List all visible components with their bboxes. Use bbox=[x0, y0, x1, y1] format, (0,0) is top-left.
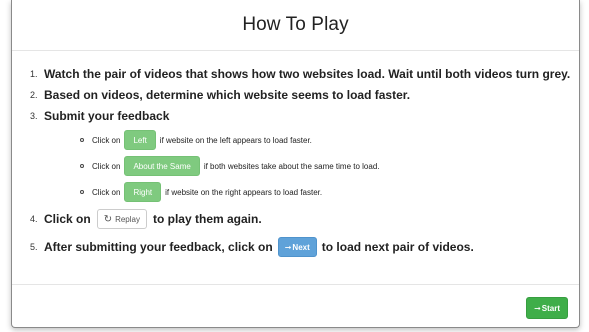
step-text-before: Click on bbox=[44, 212, 91, 226]
instruction-step-1: 1. Watch the pair of videos that shows h… bbox=[30, 67, 579, 81]
instruction-step-3: 3. Submit your feedback bbox=[30, 109, 579, 123]
instruction-step-2: 2. Based on videos, determine which webs… bbox=[30, 88, 579, 102]
step-number: 4. bbox=[30, 214, 38, 224]
replay-button[interactable]: ↻ Replay bbox=[96, 209, 147, 229]
step-number: 2. bbox=[30, 90, 38, 100]
modal-body: 1. Watch the pair of videos that shows h… bbox=[12, 51, 579, 285]
feedback-text-before: Click on bbox=[92, 187, 121, 197]
about-the-same-button[interactable]: About the Same bbox=[124, 156, 200, 176]
step-text: Based on videos, determine which website… bbox=[44, 88, 411, 102]
step-text-after: to play them again. bbox=[152, 212, 262, 226]
feedback-item-left: Click on Left if website on the left app… bbox=[30, 130, 579, 150]
bullet-icon bbox=[80, 138, 84, 142]
step-number: 1. bbox=[30, 69, 38, 79]
step-text: Watch the pair of videos that shows how … bbox=[44, 67, 571, 81]
feedback-text-before: Click on bbox=[92, 135, 121, 145]
modal-footer: ➞ Start bbox=[12, 285, 579, 327]
step-text-after: to load next pair of videos. bbox=[321, 240, 474, 254]
feedback-text-before: Click on bbox=[92, 161, 121, 171]
replay-label: Replay bbox=[115, 214, 140, 224]
feedback-text-after: if website on the left appears to load f… bbox=[159, 135, 312, 145]
next-label: Next bbox=[292, 242, 310, 252]
next-button[interactable]: ➞ Next bbox=[277, 237, 317, 257]
step-text-before: After submitting your feedback, click on bbox=[44, 240, 273, 254]
arrow-right-icon: ➞ bbox=[284, 242, 292, 252]
how-to-play-modal: How To Play 1. Watch the pair of videos … bbox=[11, 0, 580, 328]
bullet-icon bbox=[80, 190, 84, 194]
instruction-step-5: 5. After submitting your feedback, click… bbox=[30, 237, 579, 257]
left-button[interactable]: Left bbox=[124, 130, 156, 150]
modal-title: How To Play bbox=[242, 14, 349, 35]
instruction-step-4: 4. Click on ↻ Replay to play them again. bbox=[30, 209, 579, 229]
start-button[interactable]: ➞ Start bbox=[526, 297, 568, 319]
arrow-right-icon: ➞ bbox=[534, 303, 541, 313]
right-button[interactable]: Right bbox=[124, 182, 162, 202]
step-number: 5. bbox=[30, 242, 38, 252]
feedback-item-right: Click on Right if website on the right a… bbox=[30, 182, 579, 202]
modal-header: How To Play bbox=[12, 0, 579, 51]
step-number: 3. bbox=[30, 111, 38, 121]
bullet-icon bbox=[80, 164, 84, 168]
step-text: Submit your feedback bbox=[44, 109, 170, 123]
replay-icon: ↻ bbox=[103, 213, 113, 225]
feedback-text-after: if both websites take about the same tim… bbox=[203, 161, 380, 171]
feedback-text-after: if website on the right appears to load … bbox=[165, 187, 323, 197]
feedback-item-same: Click on About the Same if both websites… bbox=[30, 156, 579, 176]
start-label: Start bbox=[541, 303, 560, 313]
